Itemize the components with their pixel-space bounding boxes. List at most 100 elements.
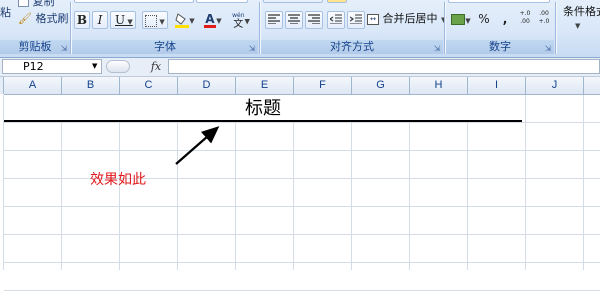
align-right-button[interactable] (305, 11, 323, 29)
formula-bar: P12 ▼ fx (0, 58, 600, 77)
conditional-format-button[interactable]: 条件格式 (563, 5, 600, 19)
number-label-text: 数字 (489, 40, 511, 53)
column-header-c[interactable]: C (120, 77, 178, 94)
increase-decimal-button[interactable]: +.0 .00 (516, 10, 534, 28)
chevron-down-icon: ▼ (216, 17, 222, 25)
phonetic-char: 文 (233, 19, 244, 30)
format-painter-label: 格式刷 (35, 12, 69, 25)
formula-bar-splitter[interactable] (106, 60, 130, 73)
align-center-icon (288, 14, 300, 25)
copy-button[interactable]: 复制 (18, 0, 55, 9)
number-group: ▼ % , +.0 .00 .00 +.0 数字 ⇲ (446, 0, 554, 56)
arrow-line (175, 126, 220, 165)
font-size-box[interactable] (196, 0, 248, 3)
grid-hline (4, 122, 600, 123)
name-box[interactable]: P12 (2, 59, 102, 74)
grid-hline (4, 206, 600, 207)
currency-button[interactable]: ▼ (450, 11, 472, 29)
clipboard-label-text: 剪贴板 (18, 40, 52, 53)
font-color-icon: A (204, 12, 217, 28)
bold-label: B (76, 13, 88, 27)
ribbon: 粘 复制 🖌 格式刷 剪贴板 ⇲ B I U ▼ ▼ ▼ A ▼ wén 文 ▼… (0, 0, 600, 58)
chevron-down-icon: ▼ (575, 22, 581, 30)
alignment-launcher-icon[interactable]: ⇲ (433, 45, 441, 53)
border-button[interactable]: ▼ (142, 11, 168, 29)
column-header-e[interactable]: E (236, 77, 294, 94)
alignment-group-label: 对齐方式 (261, 40, 443, 54)
group-separator (555, 2, 556, 54)
column-header-g[interactable]: G (352, 77, 410, 94)
fill-color-button[interactable]: ▼ (172, 11, 198, 29)
comma-button[interactable]: , (498, 11, 512, 29)
chevron-down-icon: ▼ (465, 17, 471, 25)
clipboard-launcher-icon[interactable]: ⇲ (60, 45, 68, 53)
column-header-i[interactable]: I (468, 77, 526, 94)
italic-button[interactable]: I (92, 11, 108, 29)
comma-label: , (502, 12, 508, 26)
bold-button[interactable]: B (74, 11, 90, 29)
paste-label: 粘 (0, 6, 11, 19)
column-header-partial[interactable] (584, 77, 600, 94)
align-center-button[interactable] (285, 11, 303, 29)
column-headers: ABCDEFGHIJ (4, 77, 600, 95)
font-group-label: 字体 (72, 40, 258, 54)
alignment-group: ↔ 合并后居中 ▼ 对齐方式 ⇲ (261, 0, 446, 56)
border-icon (145, 14, 158, 27)
format-painter-button[interactable]: 🖌 格式刷 (18, 12, 68, 26)
underline-button[interactable]: U ▼ (110, 11, 136, 29)
decrease-decimal-button[interactable]: .00 +.0 (535, 10, 553, 28)
alignment-label-text: 对齐方式 (330, 40, 374, 53)
align-left-button[interactable] (265, 11, 283, 29)
column-header-b[interactable]: B (62, 77, 120, 94)
number-launcher-icon[interactable]: ⇲ (544, 45, 552, 53)
cell-grid[interactable]: 标题 效果如此 (3, 95, 600, 291)
phonetic-button[interactable]: wén 文 ▼ (228, 11, 254, 30)
chevron-down-icon: ▼ (157, 18, 165, 26)
italic-label: I (97, 13, 103, 27)
insert-function-button[interactable]: fx (146, 59, 166, 74)
chevron-down-icon: ▼ (189, 17, 195, 25)
phonetic-icon: wén 文 (232, 11, 244, 30)
column-header-f[interactable]: F (294, 77, 352, 94)
decrease-indent-icon (329, 14, 342, 25)
percent-button[interactable]: % (476, 11, 492, 29)
increase-indent-button[interactable] (347, 11, 365, 29)
merged-title-cell[interactable]: 标题 (4, 95, 522, 122)
font-color-button[interactable]: A ▼ (200, 11, 226, 29)
number-format-box[interactable] (448, 0, 550, 3)
group-separator (259, 2, 260, 54)
font-name-box[interactable] (74, 0, 194, 3)
currency-icon (451, 14, 466, 25)
vertical-align-buttons[interactable] (263, 0, 323, 3)
align-left-icon (268, 14, 280, 25)
decrease-indent-button[interactable] (327, 11, 345, 29)
group-separator (70, 2, 71, 54)
formula-input[interactable] (168, 59, 600, 74)
format-painter-icon: 🖌 (18, 12, 32, 25)
paste-button[interactable]: 粘 (0, 6, 11, 20)
column-header-a[interactable]: A (4, 77, 62, 94)
column-header-d[interactable]: D (178, 77, 236, 94)
increase-decimal-label: +.0 .00 (519, 10, 531, 25)
chevron-down-icon: ▼ (125, 18, 133, 26)
align-right-icon (308, 14, 320, 25)
chevron-down-icon: ▼ (244, 17, 250, 26)
title-text: 标题 (245, 98, 281, 119)
name-box-dropdown-icon[interactable]: ▼ (92, 62, 97, 70)
copy-icon (18, 0, 29, 7)
fx-icon: fx (150, 60, 162, 73)
column-header-j[interactable]: J (526, 77, 584, 94)
font-label-text: 字体 (154, 40, 176, 53)
grid-hline (4, 150, 600, 151)
font-launcher-icon[interactable]: ⇲ (248, 45, 256, 53)
annotation-text: 效果如此 (90, 172, 146, 188)
column-header-h[interactable]: H (410, 77, 468, 94)
number-group-label: 数字 (446, 40, 554, 54)
merge-center-label: 合并后居中 (382, 12, 438, 25)
merge-center-button[interactable]: ↔ 合并后居中 ▼ (367, 12, 446, 27)
clipboard-group: 粘 复制 🖌 格式刷 剪贴板 ⇲ (0, 0, 70, 56)
styles-group: 条件格式 ▼ (557, 0, 600, 56)
group-separator (444, 2, 445, 54)
wrap-text-button[interactable] (327, 0, 347, 3)
underline-label: U (115, 13, 126, 27)
